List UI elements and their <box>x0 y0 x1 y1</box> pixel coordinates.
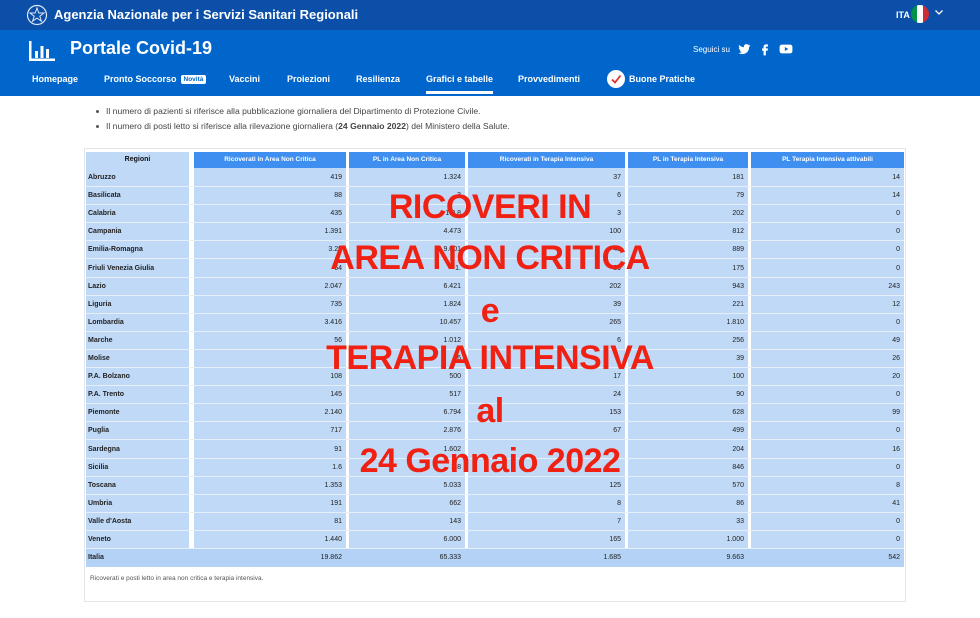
nav-provvedimenti[interactable]: Provvedimenti <box>518 74 580 84</box>
overlay-line: al <box>476 392 504 430</box>
note-item: Il numero di pazienti si riferisce alla … <box>96 104 510 119</box>
overlay-line: TERAPIA INTENSIVA <box>326 339 654 377</box>
facebook-icon[interactable] <box>758 42 772 56</box>
follow-label: Seguici su <box>693 45 730 54</box>
table-total-row: Italia 19.862 65.333 1.685 9.663 542 <box>86 549 904 568</box>
portal-header: Portale Covid-19 Seguici su Homepage Pro… <box>0 30 980 96</box>
table-row: Abruzzo 419 1.324 37 181 14 <box>86 169 904 187</box>
nav-pronto-soccorso[interactable]: Pronto Soccorso Novità <box>104 74 207 84</box>
column-header-pl-anc[interactable]: PL in Area Non Critica <box>349 152 465 168</box>
column-header-regioni[interactable]: Regioni <box>86 152 189 168</box>
note-text: Il numero di posti letto si riferisce al… <box>106 121 339 131</box>
notes-list: Il numero di pazienti si riferisce alla … <box>96 104 510 134</box>
republic-emblem-icon <box>26 4 48 26</box>
overlay-line: RICOVERI IN <box>388 188 592 226</box>
table-caption: Ricoverati e posti letto in area non cri… <box>90 575 264 582</box>
youtube-icon[interactable] <box>778 42 794 56</box>
table-row: Umbria 191 662 8 86 41 <box>86 495 904 513</box>
column-header-ricoverati-anc[interactable]: Ricoverati in Area Non Critica <box>194 152 346 168</box>
table-cell: 14 <box>892 174 900 181</box>
note-item: Il numero di posti letto si riferisce al… <box>96 119 510 134</box>
nav-buone-pratiche[interactable]: Buone Pratiche <box>607 70 695 88</box>
column-header-pl-ti[interactable]: PL in Terapia Intensiva <box>628 152 748 168</box>
checkmark-badge-icon <box>607 70 625 88</box>
main-navigation: Homepage Pronto Soccorso Novità Vaccini P… <box>0 70 980 96</box>
table-cell: 0 <box>896 536 900 543</box>
portal-title[interactable]: Portale Covid-19 <box>70 38 212 59</box>
language-label[interactable]: ITA <box>896 10 910 20</box>
italian-flag-icon[interactable] <box>911 5 929 23</box>
bar-chart-logo-icon[interactable] <box>27 39 57 63</box>
twitter-icon[interactable] <box>737 42 751 56</box>
nav-proiezioni[interactable]: Proiezioni <box>287 74 330 84</box>
table-cell: 0 <box>896 517 900 525</box>
nav-resilienza[interactable]: Resilienza <box>356 74 400 84</box>
nav-pronto-soccorso-label: Pronto Soccorso <box>104 74 177 84</box>
table-cell: 41 <box>892 499 900 507</box>
nav-grafici-e-tabelle[interactable]: Grafici e tabelle <box>426 74 494 94</box>
agency-name[interactable]: Agenzia Nazionale per i Servizi Sanitari… <box>54 7 358 22</box>
note-date: 24 Gennaio 2022 <box>338 121 406 131</box>
nav-vaccini[interactable]: Vaccini <box>229 74 260 84</box>
table-cell: 542 <box>888 554 900 562</box>
note-text: ) del Ministero della Salute. <box>405 121 510 131</box>
table-row: Valle d'Aosta 81 143 7 33 0 <box>86 513 904 531</box>
column-header-ricoverati-ti[interactable]: Ricoverati in Terapia Intensiva <box>468 152 625 168</box>
nav-buone-pratiche-label: Buone Pratiche <box>629 74 696 84</box>
institution-bar: Agenzia Nazionale per i Servizi Sanitari… <box>0 0 980 30</box>
chevron-down-icon[interactable] <box>934 7 944 17</box>
new-badge: Novità <box>180 75 207 84</box>
overlay-line: e <box>480 292 500 330</box>
table-row: Veneto 1.440 6.000 165 1.000 0 <box>86 531 904 549</box>
column-header-pl-ti-attivabili[interactable]: PL Terapia Intensiva attivabili <box>751 152 904 168</box>
overlay-line: 24 Gennaio 2022 <box>359 442 621 480</box>
nav-homepage[interactable]: Homepage <box>32 74 78 84</box>
overlay-line: AREA NON CRITICA <box>330 239 650 277</box>
